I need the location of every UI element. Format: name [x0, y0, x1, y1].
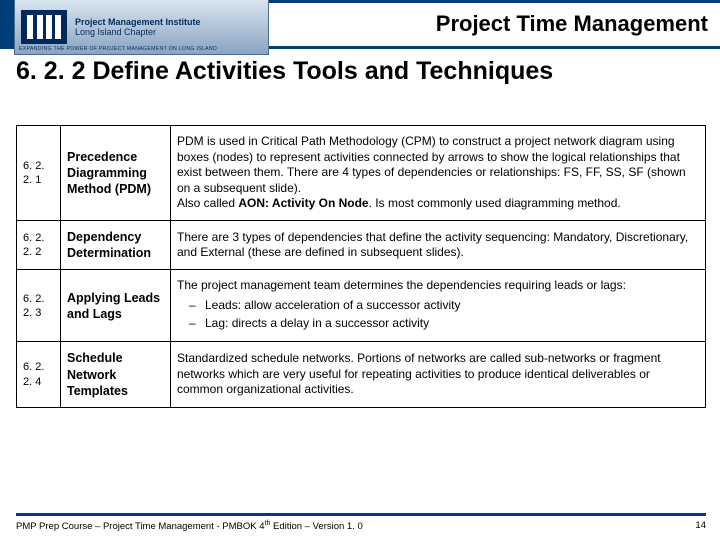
header-band: Project Management Institute Long Island… — [0, 0, 720, 46]
row-name: Schedule Network Templates — [61, 342, 171, 408]
brand-text: Project Management Institute Long Island… — [75, 17, 201, 38]
row-num: 6. 2. 2. 2 — [17, 220, 61, 270]
row-desc: There are 3 types of dependencies that d… — [171, 220, 706, 270]
page-title: Project Time Management — [436, 11, 708, 37]
row-num: 6. 2. 2. 3 — [17, 270, 61, 342]
row-name: Dependency Determination — [61, 220, 171, 270]
row-name: Applying Leads and Lags — [61, 270, 171, 342]
table-row: 6. 2. 2. 2 Dependency Determination Ther… — [17, 220, 706, 270]
table-row: 6. 2. 2. 1 Precedence Diagramming Method… — [17, 126, 706, 221]
footer-left-post: Edition – Version 1. 0 — [270, 521, 362, 532]
brand-line2: Long Island Chapter — [75, 27, 201, 37]
row-desc: Standardized schedule networks. Portions… — [171, 342, 706, 408]
pmi-logo-icon — [21, 10, 67, 44]
row-desc: PDM is used in Critical Path Methodology… — [171, 126, 706, 221]
table-row: 6. 2. 2. 3 Applying Leads and Lags The p… — [17, 270, 706, 342]
footer: PMP Prep Course – Project Time Managemen… — [16, 513, 706, 532]
brand-tagline: EXPANDING THE POWER OF PROJECT MANAGEMEN… — [19, 46, 217, 52]
footer-left: PMP Prep Course – Project Time Managemen… — [16, 520, 363, 532]
row-name: Precedence Diagramming Method (PDM) — [61, 126, 171, 221]
table-row: 6. 2. 2. 4 Schedule Network Templates St… — [17, 342, 706, 408]
brand-line1: Project Management Institute — [75, 17, 201, 27]
brand-logo-block: Project Management Institute Long Island… — [14, 0, 269, 55]
row-num: 6. 2. 2. 4 — [17, 342, 61, 408]
tools-table-wrap: 6. 2. 2. 1 Precedence Diagramming Method… — [16, 125, 706, 408]
tools-table: 6. 2. 2. 1 Precedence Diagramming Method… — [16, 125, 706, 408]
row-num: 6. 2. 2. 1 — [17, 126, 61, 221]
footer-left-pre: PMP Prep Course – Project Time Managemen… — [16, 521, 265, 532]
row-desc: The project management team determines t… — [171, 270, 706, 342]
footer-page: 14 — [695, 520, 706, 532]
